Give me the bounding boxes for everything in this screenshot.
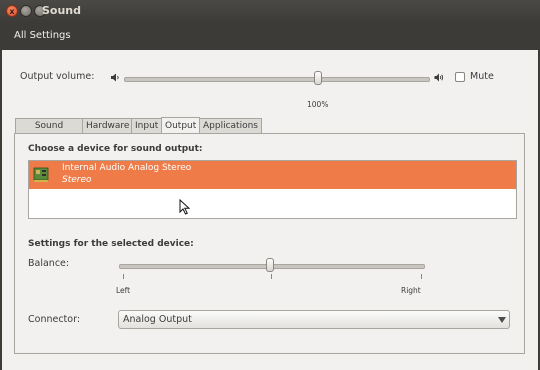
device-row[interactable]: Internal Audio Analog Stereo Stereo	[29, 161, 516, 189]
balance-tick-right	[421, 274, 422, 279]
mute-label[interactable]: Mute	[470, 71, 494, 82]
connector-label: Connector:	[28, 314, 81, 325]
all-settings-button[interactable]: All Settings	[8, 27, 77, 45]
close-icon: x	[9, 7, 15, 16]
balance-label: Balance:	[28, 258, 70, 269]
settings-heading: Settings for the selected device:	[28, 239, 194, 249]
device-heading: Choose a device for sound output:	[28, 144, 203, 154]
tab-sound-effects[interactable]: Sound Effects	[15, 118, 83, 146]
tab-input[interactable]: Input	[131, 118, 162, 133]
window-title: Sound	[42, 4, 82, 17]
title-bar: x – + Sound	[0, 0, 540, 23]
close-button[interactable]: x	[6, 5, 18, 17]
sound-card-icon	[33, 167, 49, 182]
balance-slider-thumb[interactable]	[266, 258, 274, 272]
device-subtitle: Stereo	[62, 175, 92, 185]
connector-select[interactable]: Analog Output	[118, 310, 510, 329]
balance-left-label: Left	[116, 286, 131, 295]
balance-tick-left	[123, 274, 124, 279]
output-volume-slider[interactable]	[124, 77, 430, 82]
speaker-high-icon	[434, 73, 444, 82]
chevron-down-icon[interactable]	[498, 317, 506, 323]
device-list[interactable]: Internal Audio Analog Stereo Stereo	[28, 160, 517, 219]
mouse-pointer-icon	[179, 199, 190, 215]
output-tab-panel: Choose a device for sound output: Intern…	[14, 133, 525, 354]
balance-tick-center	[271, 274, 272, 279]
output-volume-label: Output volume:	[20, 71, 95, 82]
tab-output[interactable]: Output	[161, 117, 200, 134]
minimize-button[interactable]: –	[20, 5, 32, 17]
output-volume-slider-thumb[interactable]	[314, 71, 322, 85]
speaker-low-icon	[111, 73, 119, 82]
sound-panel: Output volume: 100% Mute Sound Effects H…	[2, 50, 538, 370]
device-name: Internal Audio Analog Stereo	[62, 163, 192, 173]
mute-checkbox[interactable]	[455, 72, 465, 82]
toolbar: All Settings	[0, 23, 540, 50]
connector-value: Analog Output	[123, 314, 192, 325]
tab-hardware[interactable]: Hardware	[82, 118, 132, 133]
output-volume-value: 100%	[307, 100, 329, 109]
tab-applications[interactable]: Applications	[199, 118, 262, 133]
balance-right-label: Right	[401, 286, 421, 295]
